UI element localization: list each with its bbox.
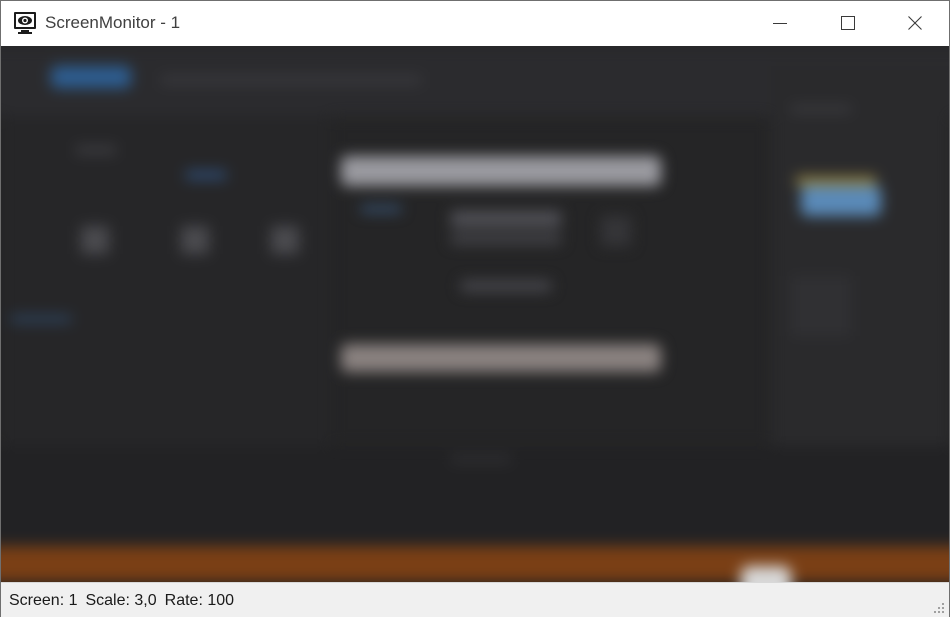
screenmonitor-window: ScreenMonitor - 1 Screen: 1 Scale: 3,0 R… [0,0,950,617]
window-title: ScreenMonitor - 1 [45,13,181,32]
minimize-icon [773,23,787,24]
status-scale: Scale: 3,0 [85,592,157,609]
monitor-eye-icon [13,11,37,35]
status-rate: Rate: 100 [164,592,235,609]
close-icon [908,16,922,30]
status-bar: Screen: 1 Scale: 3,0 Rate: 100 [1,582,949,617]
status-screen: Screen: 1 [9,592,78,609]
close-button[interactable] [881,1,949,46]
maximize-button[interactable] [814,1,882,46]
status-text: Screen: 1 Scale: 3,0 Rate: 100 [9,592,242,610]
maximize-icon [841,16,855,30]
title-bar[interactable]: ScreenMonitor - 1 [1,1,949,46]
remote-screen-view[interactable] [1,46,949,582]
blurred-screen-content [1,46,949,582]
resize-grip-icon[interactable] [933,601,945,613]
minimize-button[interactable] [746,1,814,46]
